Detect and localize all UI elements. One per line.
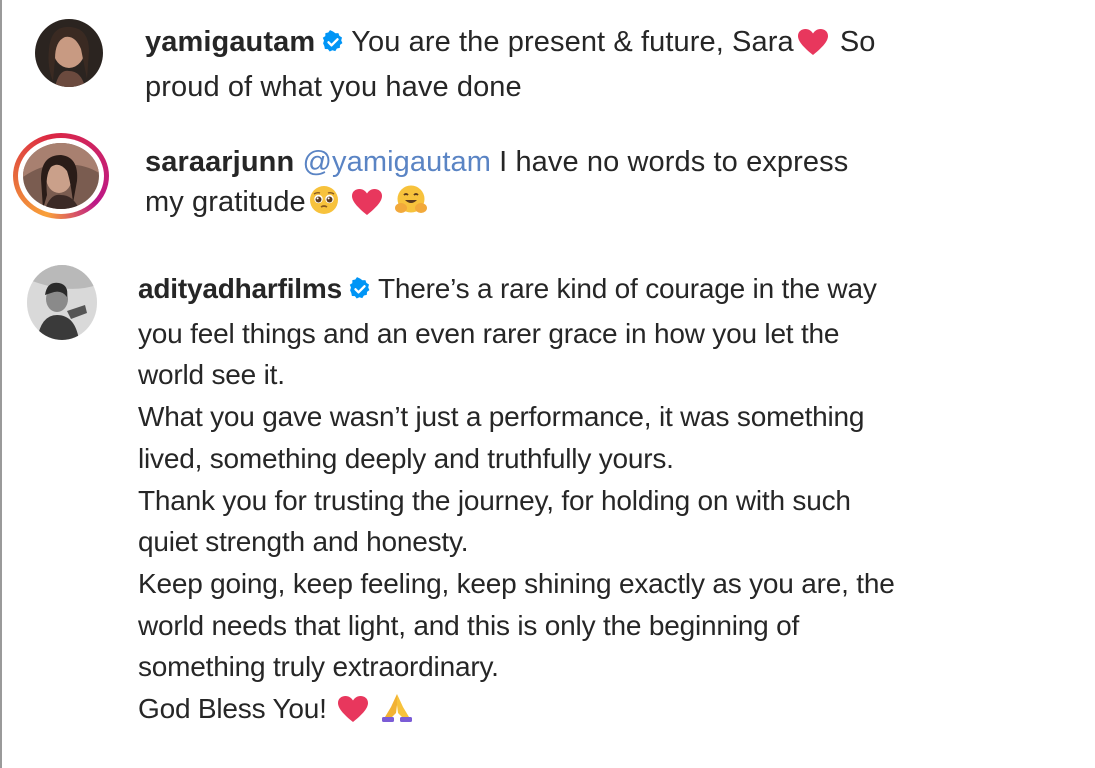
comment-text-line: my gratitude [145, 186, 306, 218]
comment-text-line: So [839, 26, 876, 58]
red-heart-icon [351, 187, 383, 227]
username[interactable]: yamigautam [145, 26, 315, 58]
comment-text-line: world see it. [138, 359, 285, 391]
red-heart-icon [797, 27, 829, 67]
comment-text-line: God Bless You! [138, 693, 327, 725]
comment-text-line: You are the present & future, Sara [351, 26, 794, 58]
comment-text-line: you feel things and an even rarer grace … [138, 317, 840, 349]
mention-link[interactable]: @yamigautam [302, 146, 491, 178]
comment-text-line: something truly extraordinary. [138, 651, 499, 683]
comment-text-line: I have no words to express [499, 146, 849, 178]
comment-text-line: There’s a rare kind of courage in the wa… [377, 273, 877, 304]
window-edge [0, 0, 2, 768]
hugging-face-icon [394, 184, 428, 227]
folded-hands-icon [380, 691, 414, 735]
comment-text-line: lived, something deeply and truthfully y… [138, 442, 674, 474]
avatar[interactable] [23, 143, 99, 209]
username[interactable]: saraarjunn [145, 146, 294, 178]
red-heart-icon [337, 693, 369, 735]
avatar[interactable] [27, 265, 97, 340]
comment-text-line: Thank you for trusting the journey, for … [138, 484, 851, 516]
comment-text-line: Keep going, keep feeling, keep shining e… [138, 567, 895, 599]
verified-badge-icon [321, 25, 345, 65]
avatar[interactable] [35, 19, 103, 87]
comment-text-line: proud of what you have done [145, 71, 522, 103]
comment-text-line: world needs that light, and this is only… [138, 609, 800, 641]
comment-text-line: quiet strength and honesty. [138, 526, 469, 558]
username[interactable]: adityadharfilms [138, 273, 342, 304]
comment-text-line: What you gave wasn’t just a performance,… [138, 401, 865, 433]
verified-badge-icon [348, 271, 372, 313]
pleading-face-icon [308, 184, 340, 227]
